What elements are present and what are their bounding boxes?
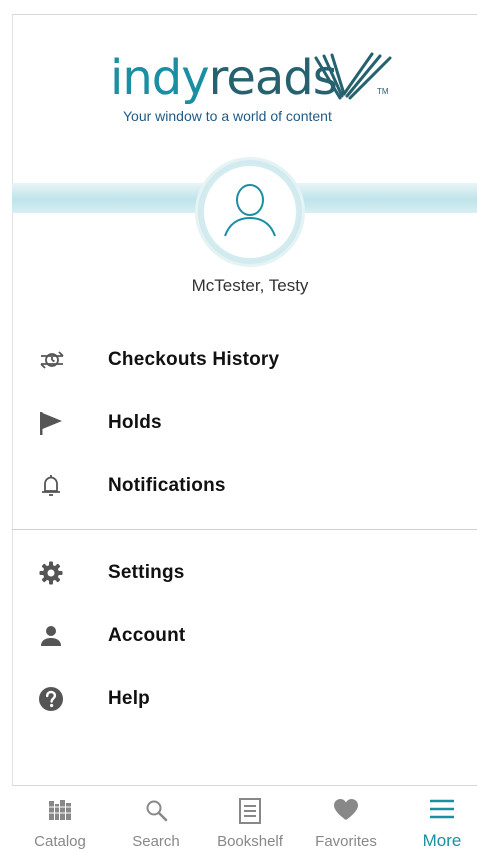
menu-hamburger-icon bbox=[429, 798, 455, 825]
flag-icon bbox=[38, 410, 64, 436]
logo-wordmark: indyreads bbox=[110, 48, 338, 108]
tab-more[interactable]: More bbox=[394, 786, 477, 853]
catalog-icon bbox=[48, 798, 72, 827]
gear-icon bbox=[38, 560, 64, 586]
tab-bookshelf[interactable]: Bookshelf bbox=[202, 786, 298, 853]
user-avatar-icon bbox=[224, 184, 276, 237]
menu-item-label: Account bbox=[108, 625, 186, 646]
logo-word-indy: indy bbox=[110, 50, 210, 106]
menu-item-account[interactable]: Account bbox=[12, 611, 477, 661]
tab-catalog[interactable]: Catalog bbox=[12, 786, 108, 853]
menu-item-settings[interactable]: Settings bbox=[12, 548, 477, 598]
tab-label: Favorites bbox=[315, 833, 377, 850]
tab-label: Catalog bbox=[34, 833, 86, 850]
heart-icon bbox=[333, 798, 359, 827]
menu-item-label: Checkouts History bbox=[108, 349, 280, 370]
bell-icon bbox=[38, 473, 64, 499]
tab-label: Bookshelf bbox=[217, 833, 283, 850]
menu-item-label: Settings bbox=[108, 562, 185, 583]
menu-divider bbox=[12, 529, 477, 530]
menu-item-holds[interactable]: Holds bbox=[12, 398, 477, 448]
trademark-mark: TM bbox=[377, 87, 389, 96]
avatar[interactable] bbox=[198, 160, 302, 264]
person-icon bbox=[38, 623, 64, 649]
menu-item-checkouts-history[interactable]: Checkouts History bbox=[12, 335, 477, 385]
tab-label: Search bbox=[132, 833, 180, 850]
checkouts-history-icon bbox=[38, 347, 64, 373]
bottom-tab-bar: Catalog Search Bookshelf Favorites More bbox=[12, 785, 477, 853]
logo-tagline: Your window to a world of content bbox=[123, 108, 332, 124]
menu-item-label: Holds bbox=[108, 412, 162, 433]
tab-label: More bbox=[422, 831, 462, 850]
menu-item-label: Notifications bbox=[108, 475, 226, 496]
bookshelf-icon bbox=[238, 798, 262, 829]
user-name: McTester, Testy bbox=[191, 276, 309, 295]
help-icon bbox=[38, 686, 64, 712]
indyreads-logo: indyreads TM Your window to a world of c… bbox=[0, 40, 477, 130]
menu-item-label: Help bbox=[108, 688, 150, 709]
tab-favorites[interactable]: Favorites bbox=[298, 786, 394, 853]
menu-item-notifications[interactable]: Notifications bbox=[12, 461, 477, 511]
search-icon bbox=[144, 798, 168, 827]
tab-search[interactable]: Search bbox=[108, 786, 204, 853]
menu-item-help[interactable]: Help bbox=[12, 674, 477, 724]
